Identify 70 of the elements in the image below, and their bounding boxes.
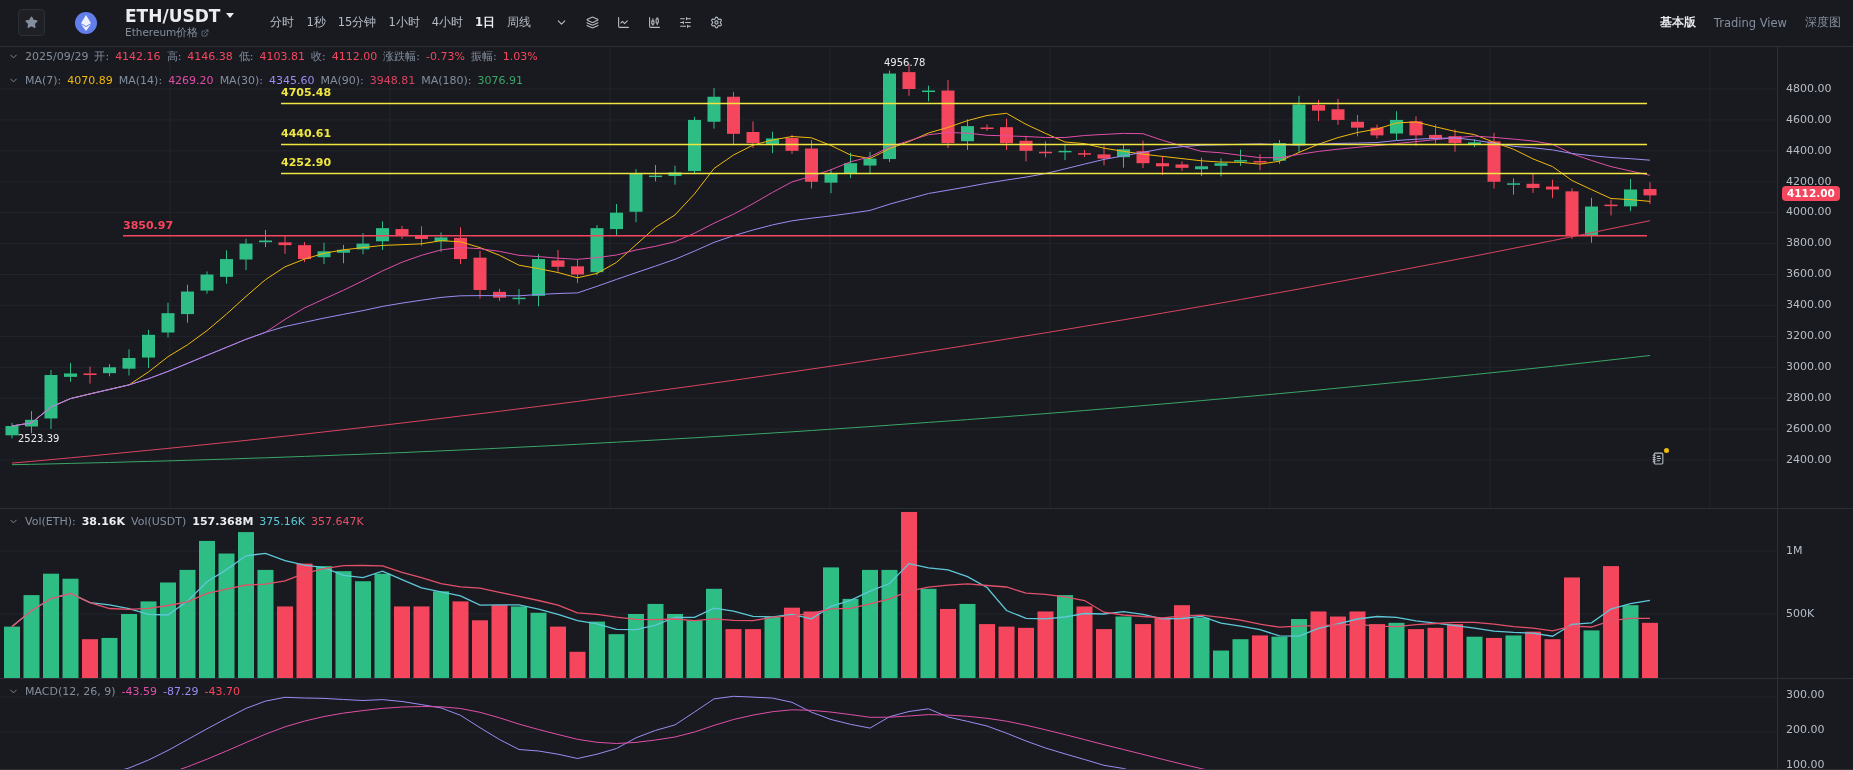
ma-label: MA(30): (219, 73, 263, 87)
low-price-marker: 2523.39 (18, 432, 60, 444)
ohlc-value: 4142.16 (115, 49, 161, 63)
ma-label: MA(180): (421, 73, 472, 87)
ma-label: MA(14): (118, 73, 163, 87)
price-axis-label: 2600.00 (1785, 421, 1832, 435)
chart-view-tab[interactable]: 深度图 (1805, 15, 1841, 31)
trading-pair-title[interactable]: ETH/USDT (125, 5, 221, 26)
macd-value: -43.59 (121, 685, 157, 699)
price-axis-label: 3000.00 (1785, 360, 1832, 373)
price-level-label: 4440.61 (281, 127, 332, 141)
volume-axis-label: 500K (1785, 607, 1815, 620)
chart-view-tab[interactable]: 基本版 (1659, 15, 1696, 31)
macd-value: -87.29 (163, 685, 199, 699)
macd-axis-label: 100.00 (1785, 758, 1825, 769)
ohlc-label: 收: (311, 48, 326, 64)
interval-tab[interactable]: 1小时 (382, 15, 426, 31)
volume-axis-label: 1M (1785, 544, 1803, 557)
ohlc-value: -0.73% (426, 49, 465, 63)
candle-date: 2025/09/29 (25, 49, 89, 63)
ohlc-value: 1.03% (502, 49, 538, 63)
price-axis-label: 2400.00 (1785, 452, 1832, 466)
volume-value: 157.368M (192, 515, 254, 528)
price-level-label: 4705.48 (281, 86, 332, 100)
price-level-label: 4252.90 (281, 156, 332, 170)
ohlc-value: 4103.81 (259, 49, 306, 63)
price-axis-label: 3600.00 (1785, 267, 1832, 281)
price-axis-label: 3200.00 (1785, 329, 1832, 343)
ma-label: MA(90): (320, 73, 364, 87)
ohlc-value: 4146.38 (187, 49, 233, 63)
price-axis-label: 4000.00 (1785, 205, 1832, 219)
price-axis-label: 3800.00 (1785, 236, 1832, 250)
macd-label: MACD(12, 26, 9) (25, 685, 116, 699)
ohlc-value: 4112.00 (331, 49, 378, 63)
ohlc-label: 高: (166, 48, 182, 64)
price-axis-label: 3400.00 (1785, 298, 1832, 312)
interval-tab[interactable]: 1日 (469, 15, 502, 31)
chart-view-tab[interactable]: Trading View (1713, 15, 1787, 31)
interval-tab[interactable]: 4小时 (425, 15, 470, 31)
ohlc-label: 涨跌幅: (383, 48, 420, 64)
interval-tab[interactable]: 分时 (264, 15, 301, 31)
volume-label: Vol(ETH): (25, 515, 76, 528)
ohlc-label: 开: (94, 48, 110, 64)
ma-value: 3948.81 (369, 73, 416, 87)
macd-axis-label: 200.00 (1785, 723, 1825, 737)
ma-value: 4345.60 (268, 73, 315, 87)
macd-axis-label: 300.00 (1785, 688, 1825, 702)
last-price-badge: 4112.00 (1782, 186, 1840, 202)
price-axis-label: 2800.00 (1785, 390, 1832, 404)
interval-tab[interactable]: 15分钟 (331, 15, 383, 31)
ma-value: 4070.89 (67, 73, 113, 87)
interval-tab[interactable]: 周线 (501, 15, 538, 31)
volume-average-value: 375.16K (259, 515, 306, 528)
volume-label: Vol(USDT) (131, 515, 187, 528)
ohlc-label: 低: (238, 48, 254, 64)
price-axis-label: 4400.00 (1785, 143, 1832, 157)
ma-value: 3076.91 (477, 73, 524, 87)
high-price-marker: 4956.78 (884, 56, 926, 68)
price-axis-label: 4200.00 (1785, 174, 1832, 188)
coin-price-link[interactable]: Ethereum价格 (125, 25, 235, 40)
price-axis-label: 4800.00 (1785, 81, 1832, 95)
ma-value: 4269.20 (168, 73, 214, 87)
macd-value: -43.70 (204, 685, 240, 699)
volume-average-value: 357.647K (311, 515, 364, 528)
price-level-label: 3850.97 (123, 218, 174, 232)
ma-label: MA(7): (25, 73, 62, 87)
interval-tab[interactable]: 1秒 (300, 15, 332, 31)
volume-value: 38.16K (81, 515, 125, 528)
price-axis-label: 4600.00 (1785, 112, 1832, 126)
ohlc-label: 振幅: (470, 48, 497, 64)
